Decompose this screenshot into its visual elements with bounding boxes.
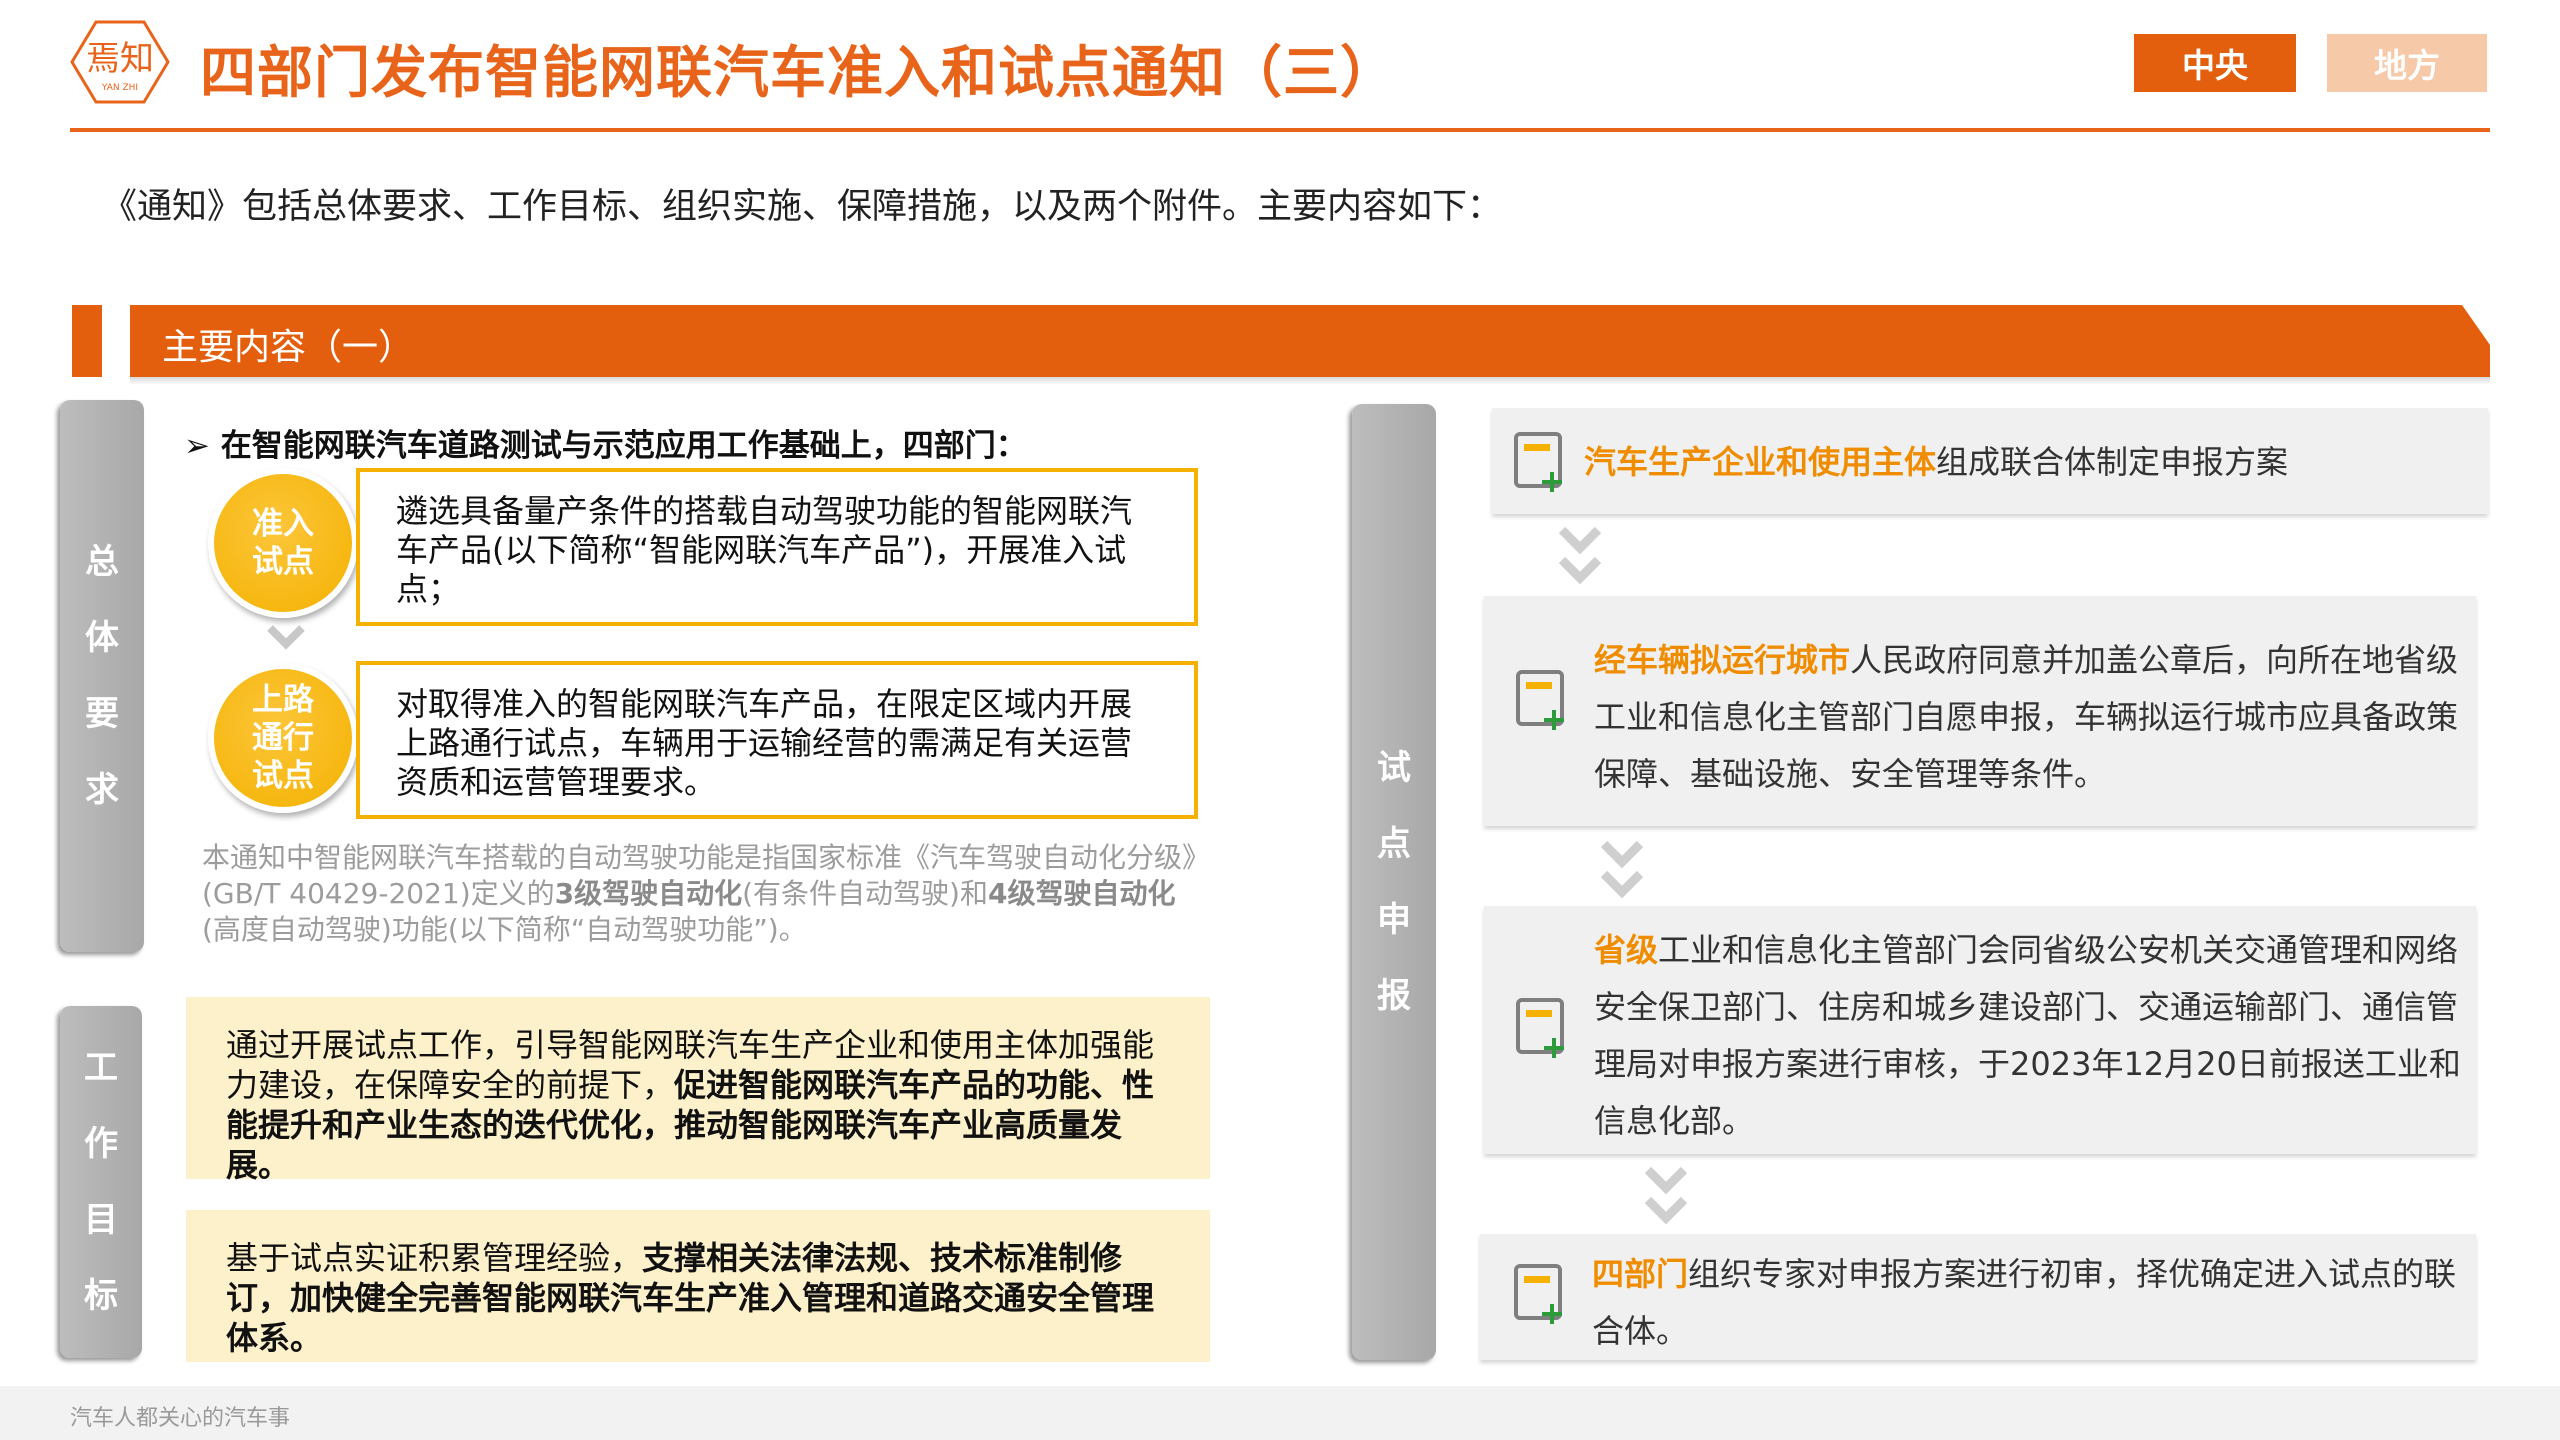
goal-item: 通过开展试点工作，引导智能网联汽车生产企业和使用主体加强能力建设，在保障安全的前… (186, 997, 1210, 1184)
badge-line: 试点 (252, 544, 314, 580)
badge-line: 上路 (252, 682, 314, 718)
note-bold: 3级驾驶自动化 (554, 877, 743, 910)
step-2-text: 经车辆拟运行城市人民政府同意并加盖公章后，向所在地省级工业和信息化主管部门自愿申… (1594, 632, 2464, 803)
add-document-icon (1516, 998, 1564, 1058)
label-char: 作 (84, 1124, 118, 1164)
label-char: 目 (84, 1200, 118, 1240)
label-char: 总 (85, 542, 119, 582)
svg-text:焉知: 焉知 (86, 39, 154, 79)
note-text: (有条件自动驾驶)和 (742, 877, 988, 910)
section-title: 主要内容（一） (162, 327, 415, 368)
page-title: 四部门发布智能网联汽车准入和试点通知（三） (200, 41, 1397, 106)
header-divider (70, 128, 2490, 132)
footer-text: 汽车人都关心的汽车事 (70, 1406, 291, 1431)
badge-access-pilot: 准入 试点 (208, 468, 358, 618)
label-char: 工 (84, 1048, 118, 1088)
goal-item: 基于试点实证积累管理经验，支撑相关法律法规、技术标准制修订，加快健全完善智能网联… (186, 1210, 1210, 1362)
tab-central[interactable]: 中央 (2134, 34, 2296, 92)
badge-road-pilot: 上路 通行 试点 (208, 663, 358, 813)
label-char: 申 (1377, 900, 1411, 940)
badge-line: 通行 (252, 720, 314, 756)
step-highlight: 四部门 (1592, 1255, 1689, 1293)
road-pilot-desc: 对取得准入的智能网联汽车产品，在限定区域内开展上路通行试点，车辆用于运输经营的需… (356, 661, 1198, 819)
badge-line: 试点 (252, 758, 314, 794)
step-1-text: 汽车生产企业和使用主体组成联合体制定申报方案 (1584, 434, 2464, 491)
label-pilot-application: 试 点 申 报 (1352, 404, 1436, 1360)
step-4-text: 四部门组织专家对申报方案进行初审，择优确定进入试点的联合体。 (1592, 1246, 2468, 1360)
goal-text: 基于试点实证积累管理经验， (226, 1239, 643, 1277)
tab-local[interactable]: 地方 (2327, 34, 2487, 92)
banner-accent-block (72, 305, 102, 377)
arrow-bullet-icon: ➢ (184, 428, 221, 464)
note-bold: 4级驾驶自动化 (987, 877, 1176, 910)
label-char: 试 (1377, 748, 1411, 788)
chevron-down-icon (1600, 840, 1644, 899)
chevron-down-icon (267, 625, 305, 650)
label-char: 标 (84, 1276, 118, 1316)
step-body: 组成联合体制定申报方案 (1936, 443, 2289, 481)
chevron-down-icon (1558, 526, 1602, 585)
step-3-text: 省级工业和信息化主管部门会同省级公安机关交通管理和网络安全保卫部门、住房和城乡建… (1594, 922, 2464, 1150)
yanzhi-logo: 焉知 YAN ZHI (70, 20, 170, 104)
label-char: 体 (85, 618, 119, 658)
chevron-down-icon (1644, 1166, 1688, 1225)
label-char: 求 (85, 770, 119, 810)
footer-bar (0, 1386, 2560, 1440)
badge-line: 准入 (252, 506, 314, 542)
label-char: 点 (1377, 824, 1411, 864)
add-document-icon (1514, 1264, 1562, 1324)
bullet-heading-text: 在智能网联汽车道路测试与示范应用工作基础上，四部门： (220, 428, 1027, 464)
step-highlight: 经车辆拟运行城市 (1594, 641, 1851, 679)
add-document-icon (1516, 670, 1564, 730)
bullet-heading: ➢ 在智能网联汽车道路测试与示范应用工作基础上，四部门： (184, 420, 1027, 465)
step-body: 工业和信息化主管部门会同省级公安机关交通管理和网络安全保卫部门、住房和城乡建设部… (1594, 931, 2461, 1140)
add-document-icon (1514, 432, 1562, 492)
step-highlight: 汽车生产企业和使用主体 (1584, 443, 1937, 481)
intro-text: 《通知》包括总体要求、工作目标、组织实施、保障措施，以及两个附件。主要内容如下： (102, 187, 1503, 227)
note-text: (高度自动驾驶)功能(以下简称“自动驾驶功能”)。 (202, 913, 807, 946)
label-work-goals: 工 作 目 标 (60, 1006, 142, 1358)
section-banner (130, 305, 2490, 377)
footnote-automation-level: 本通知中智能网联汽车搭载的自动驾驶功能是指国家标准《汽车驾驶自动化分级》(GB/… (202, 840, 1202, 948)
label-overall-requirements: 总 体 要 求 (60, 400, 144, 952)
step-body: 组织专家对申报方案进行初审，择优确定进入试点的联合体。 (1592, 1255, 2457, 1350)
step-highlight: 省级 (1594, 931, 1659, 969)
label-char: 要 (85, 694, 119, 734)
access-pilot-desc: 遴选具备量产条件的搭载自动驾驶功能的智能网联汽车产品(以下简称“智能网联汽车产品… (356, 468, 1198, 626)
svg-text:YAN ZHI: YAN ZHI (101, 83, 138, 93)
banner-shadow (130, 377, 2490, 385)
label-char: 报 (1377, 976, 1411, 1016)
